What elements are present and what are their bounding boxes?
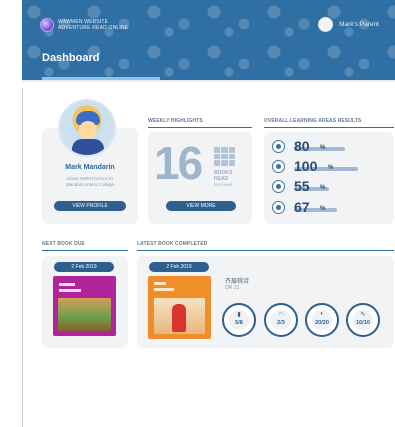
area-unit: % bbox=[328, 165, 334, 171]
page-title: Dashboard bbox=[42, 52, 100, 64]
book-icon: ▮ bbox=[237, 312, 241, 318]
area-value: 67 bbox=[294, 199, 310, 215]
area-value: 100 bbox=[294, 158, 318, 174]
headphones-icon: ∩ bbox=[278, 311, 284, 317]
book-title: 齐眉桃诗 bbox=[225, 279, 250, 285]
view-more-button[interactable]: VIEW MORE bbox=[166, 201, 236, 211]
latest-book-label-rule bbox=[137, 250, 394, 251]
period-label: last week bbox=[214, 182, 233, 187]
logo-text-block: WAWMEN WEBSITE ADVENTURE READ ONLINE bbox=[58, 19, 128, 31]
area-row-writing: 67 % bbox=[272, 199, 382, 215]
user-name: Mark's Parent bbox=[339, 21, 379, 28]
area-value: 55 bbox=[294, 178, 310, 194]
cover-illustration bbox=[58, 298, 111, 332]
cover-title-bar bbox=[59, 283, 75, 286]
next-book-label-rule bbox=[42, 250, 128, 251]
profile-name: Mark Mandarin bbox=[65, 164, 115, 171]
latest-book-label: LATEST BOOK COMPLETED bbox=[137, 241, 208, 247]
weekly-label-rule bbox=[148, 127, 252, 128]
cover-title-bar bbox=[59, 289, 81, 292]
area-value: 80 bbox=[294, 138, 310, 154]
area-row-reading: 80 % bbox=[272, 138, 382, 154]
header: WAWMEN WEBSITE ADVENTURE READ ONLINE Mar… bbox=[22, 0, 395, 80]
speaking-icon: ◐ bbox=[320, 311, 324, 317]
learning-label-rule bbox=[264, 127, 394, 128]
books-read-label: BOOKS READ bbox=[214, 170, 232, 182]
brand-subtitle: ADVENTURE READ ONLINE bbox=[58, 25, 129, 31]
profile-school: Mandarin Intera College bbox=[65, 182, 115, 187]
user-menu[interactable]: Mark's Parent bbox=[318, 17, 379, 32]
score-ring-speaking: ◐ 20/20 bbox=[305, 303, 339, 337]
book-level: OR 21 bbox=[225, 285, 240, 291]
cover-title-bar bbox=[154, 282, 166, 285]
books-read-count: 16 bbox=[154, 137, 203, 189]
header-pattern bbox=[22, 0, 395, 80]
area-unit: % bbox=[320, 185, 326, 191]
view-profile-button[interactable]: VIEW PROFILE bbox=[54, 201, 126, 211]
latest-book-date: 2 Feb 2019 bbox=[149, 262, 209, 272]
learning-results-label: OVERALL LEARNING AREAS RESULTS bbox=[264, 118, 362, 124]
writing-icon bbox=[272, 201, 285, 214]
next-book-cover[interactable] bbox=[53, 276, 116, 336]
score-value: 2/3 bbox=[277, 320, 285, 326]
weekly-highlights-label: WEEKLY HIGHLIGHTS bbox=[148, 118, 203, 124]
area-row-speaking: 55 % bbox=[272, 178, 382, 194]
score-ring-reading: ▮ 5/8 bbox=[222, 303, 256, 337]
area-row-listening: 100 % bbox=[272, 158, 382, 174]
avatar-body bbox=[72, 139, 104, 155]
cover-figure bbox=[172, 304, 186, 332]
score-ring-writing: ✎ 10/10 bbox=[346, 303, 380, 337]
logo[interactable]: WAWMEN WEBSITE ADVENTURE READ ONLINE bbox=[40, 18, 128, 32]
pencil-icon: ✎ bbox=[360, 312, 366, 318]
score-value: 5/8 bbox=[235, 320, 243, 326]
books-icon bbox=[214, 147, 235, 166]
profile-details: Class NWM (Grrxxxl 5) Mandarin Intera Co… bbox=[44, 176, 136, 188]
next-book-label: NEXT BOOK DUE bbox=[42, 241, 85, 247]
score-ring-listening: ∩ 2/3 bbox=[264, 303, 298, 337]
next-book-date: 2 Feb 2019 bbox=[54, 262, 114, 272]
score-value: 10/10 bbox=[356, 320, 370, 326]
speaking-icon bbox=[272, 180, 285, 193]
score-value: 20/20 bbox=[315, 320, 329, 326]
listening-icon bbox=[272, 160, 285, 173]
reading-icon bbox=[272, 140, 285, 153]
left-rule bbox=[22, 88, 23, 427]
globe-icon bbox=[40, 18, 54, 32]
header-divider bbox=[22, 80, 395, 82]
area-unit: % bbox=[320, 145, 326, 151]
area-unit: % bbox=[320, 206, 326, 212]
latest-book-cover[interactable] bbox=[148, 276, 211, 339]
cover-title-bar bbox=[154, 288, 174, 291]
profile-avatar bbox=[58, 99, 116, 157]
avatar-face bbox=[79, 121, 97, 139]
user-avatar-icon bbox=[318, 17, 334, 32]
